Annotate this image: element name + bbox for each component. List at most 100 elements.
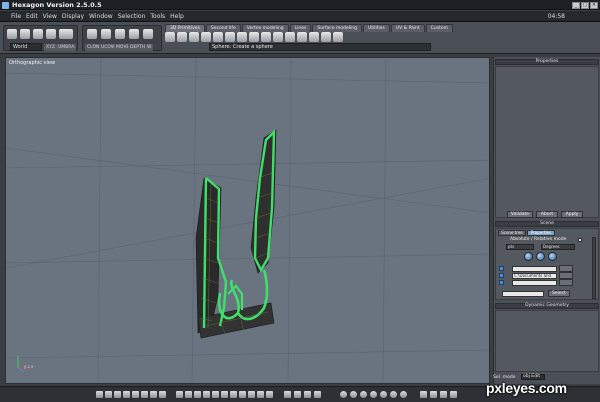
layout-icon[interactable] [239, 391, 246, 398]
apply-button[interactable]: Apply [561, 211, 583, 218]
xyz-toggle[interactable]: XYZ [44, 44, 57, 51]
menu-display[interactable]: Display [62, 13, 84, 20]
disc-icon[interactable] [285, 32, 295, 42]
view-icon[interactable] [132, 391, 139, 398]
shading-icon[interactable] [400, 391, 407, 398]
cube-icon[interactable] [87, 29, 97, 39]
layout-icon[interactable] [176, 391, 183, 398]
view-icon[interactable] [150, 391, 157, 398]
tab-vertex-modeling[interactable]: Vertex modeling [241, 24, 289, 32]
layout-icon[interactable] [230, 391, 237, 398]
capsule-icon[interactable] [309, 32, 319, 42]
ring-icon[interactable] [333, 32, 343, 42]
tab-lines[interactable]: Lines [289, 24, 312, 32]
edit-icon[interactable] [548, 252, 557, 261]
row-1-toggle[interactable] [499, 266, 504, 271]
rotate-icon[interactable] [33, 29, 43, 39]
scene-scrollbar[interactable] [592, 237, 596, 299]
sphere-icon[interactable] [165, 32, 175, 42]
minimize-button[interactable]: _ [572, 1, 580, 9]
tab-uv-paint[interactable]: UV & Paint [390, 24, 425, 32]
shading-icon[interactable] [380, 391, 387, 398]
menu-tools[interactable]: Tools [150, 13, 165, 20]
snap-icon[interactable] [440, 391, 447, 398]
trident-model[interactable] [195, 129, 277, 339]
tab-custom[interactable]: Custom [425, 24, 454, 32]
menu-help[interactable]: Help [170, 13, 184, 20]
coord-space-select[interactable]: World [10, 43, 42, 51]
plane-icon[interactable] [225, 32, 235, 42]
row-1-field[interactable] [512, 266, 557, 272]
snap-icon[interactable] [450, 391, 457, 398]
magnet-icon[interactable] [59, 29, 73, 39]
tab-scene-tree[interactable]: Scene tree [498, 230, 526, 236]
fit-icon[interactable] [314, 391, 321, 398]
select-field[interactable] [502, 291, 544, 297]
row-1-button[interactable] [559, 265, 573, 272]
zoom-icon[interactable] [304, 391, 311, 398]
angle-select[interactable]: Degrees [541, 244, 575, 250]
view-icon[interactable] [105, 391, 112, 398]
layout-icon[interactable] [266, 391, 273, 398]
layout-icon[interactable] [185, 391, 192, 398]
viewport-canvas[interactable] [6, 58, 490, 384]
shading-icon[interactable] [350, 391, 357, 398]
umbra-toggle[interactable]: UMBRA [56, 44, 77, 51]
box-icon[interactable] [237, 32, 247, 42]
menu-edit[interactable]: Edit [26, 13, 38, 20]
layout-icon[interactable] [257, 391, 264, 398]
menu-file[interactable]: File [11, 13, 21, 20]
hand-icon[interactable] [20, 29, 30, 39]
cube-icon[interactable] [143, 29, 153, 39]
relative-mode-checkbox[interactable] [578, 238, 582, 242]
scale-icon[interactable] [46, 29, 56, 39]
geosphere-icon[interactable] [297, 32, 307, 42]
view-icon[interactable] [141, 391, 148, 398]
wedge-icon[interactable] [261, 32, 271, 42]
layout-icon[interactable] [194, 391, 201, 398]
rotate-view-icon[interactable] [294, 391, 301, 398]
teapot-icon[interactable] [321, 32, 331, 42]
tab-properties[interactable]: Properties [527, 230, 555, 236]
cube-icon[interactable] [129, 29, 139, 39]
tab-utilities[interactable]: Utilities [362, 24, 390, 32]
shading-icon[interactable] [360, 391, 367, 398]
cube-icon[interactable] [177, 32, 187, 42]
select-arrow-icon[interactable] [7, 29, 17, 39]
snap-icon[interactable] [430, 391, 437, 398]
snap-icon[interactable] [420, 391, 427, 398]
cylinder-icon[interactable] [189, 32, 199, 42]
row-2-button[interactable] [559, 272, 573, 279]
menu-selection[interactable]: Selection [118, 13, 146, 20]
row-2-toggle[interactable] [499, 273, 504, 278]
pyramid-icon[interactable] [249, 32, 259, 42]
maximize-button[interactable]: ▢ [581, 1, 589, 9]
shading-icon[interactable] [370, 391, 377, 398]
abort-button[interactable]: Abort [536, 211, 558, 218]
row-3-toggle[interactable] [499, 280, 504, 285]
3d-viewport[interactable]: Orthographic view y z x [5, 57, 490, 384]
row-3-button[interactable] [559, 279, 573, 286]
tube-icon[interactable] [273, 32, 283, 42]
w-label[interactable]: W [145, 44, 154, 51]
view-icon[interactable] [159, 391, 166, 398]
cube-icon[interactable] [115, 29, 125, 39]
view-icon[interactable] [123, 391, 130, 398]
unit-select[interactable]: pts [506, 244, 534, 250]
torus-icon[interactable] [213, 32, 223, 42]
hand-icon[interactable] [284, 391, 291, 398]
layout-icon[interactable] [221, 391, 228, 398]
view-icon[interactable] [114, 391, 121, 398]
pick-icon[interactable] [524, 252, 533, 261]
layout-icon[interactable] [203, 391, 210, 398]
shading-icon[interactable] [340, 391, 347, 398]
layout-icon[interactable] [248, 391, 255, 398]
row-3-field[interactable] [512, 280, 557, 286]
tab-surface-modeling[interactable]: Surface modeling [312, 24, 362, 32]
shading-icon[interactable] [390, 391, 397, 398]
menu-view[interactable]: View [43, 13, 57, 20]
cone-icon[interactable] [201, 32, 211, 42]
tab-second-life[interactable]: Second life [205, 24, 241, 32]
layout-icon[interactable] [212, 391, 219, 398]
validate-button[interactable]: Validate [507, 211, 533, 218]
